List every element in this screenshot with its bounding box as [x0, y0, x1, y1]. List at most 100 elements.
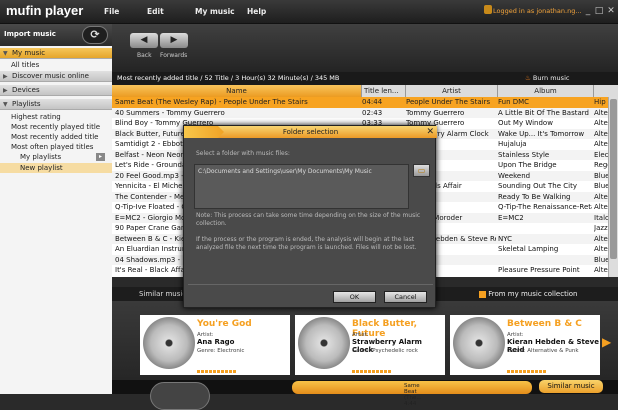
next-arrow-icon[interactable]: ▶: [602, 335, 611, 349]
import-music-label[interactable]: Import music: [4, 30, 56, 38]
table-cell: Stainless Style: [498, 150, 550, 159]
table-cell: Pleasure Pressure Point: [498, 266, 580, 274]
card-title: Between B & C: [507, 319, 582, 329]
table-cell: People Under The Stairs: [406, 98, 491, 106]
table-cell: 02:43: [362, 108, 383, 117]
menu-my-music[interactable]: My music: [195, 7, 235, 16]
sidebar-item-recent-played[interactable]: Most recently played title: [0, 122, 112, 132]
maximize-icon[interactable]: □: [594, 6, 604, 16]
menu-edit[interactable]: Edit: [147, 7, 164, 16]
table-cell: Blue: [594, 255, 608, 264]
table-cell: Alte: [594, 119, 608, 127]
close-icon[interactable]: ✕: [606, 6, 616, 16]
now-playing-title: Same Beat (The...: [404, 383, 422, 401]
col-title-length[interactable]: Title len...: [362, 85, 406, 97]
table-cell: Jazz: [594, 224, 608, 232]
expand-arrow-icon: ▼: [3, 101, 8, 108]
sidebar-section-label: My music: [12, 49, 46, 57]
card-title: You're God: [197, 319, 252, 329]
cd-icon: [298, 317, 350, 369]
sidebar-section-devices[interactable]: ▶ Devices: [0, 85, 112, 96]
refresh-icon[interactable]: ⟳: [82, 26, 108, 44]
forward-arrow-icon: ▶: [170, 35, 178, 45]
sidebar-section-discover[interactable]: ▶ Discover music online: [0, 71, 112, 82]
sidebar: Import music ⟳ ▼ My music All titles ▶ Dis…: [0, 24, 112, 394]
table-cell: Ready To Be Walking: [498, 192, 571, 201]
menu-help[interactable]: Help: [247, 7, 266, 16]
table-row[interactable]: Same Beat (The Wesley Rap) - People Unde…: [112, 97, 608, 108]
table-cell: Regg: [594, 161, 608, 169]
col-artist[interactable]: Artist: [406, 85, 498, 97]
cd-icon: [143, 317, 195, 369]
table-row[interactable]: 40 Summers - Tommy Guerrero 02:43 Tommy Gu…: [112, 107, 608, 118]
sidebar-item-often-played[interactable]: Most often played titles: [0, 142, 112, 152]
col-genre[interactable]: [594, 85, 618, 97]
col-name[interactable]: Name: [112, 85, 362, 97]
col-album[interactable]: Album: [498, 85, 594, 97]
play-controls[interactable]: [150, 382, 210, 410]
table-cell: Fun DMC: [498, 98, 530, 106]
forward-button[interactable]: ▶: [160, 33, 188, 48]
now-playing-time: 4:44: [404, 401, 417, 407]
table-cell: Sounding Out The City: [498, 182, 577, 190]
dialog-titlebar: Folder selection ✕: [184, 126, 437, 138]
table-cell: Weekend: [498, 171, 531, 180]
sidebar-item-recent-added[interactable]: Most recently added title: [0, 132, 112, 142]
sidebar-section-label: Devices: [12, 86, 40, 94]
sidebar-section-label: Playlists: [12, 100, 41, 108]
lock-icon: [484, 5, 492, 14]
source-toggle[interactable]: From my music collection: [479, 290, 578, 298]
similar-card[interactable]: You're God Artist: Ana Rago Genre: Elect…: [140, 315, 290, 375]
table-cell: Upon The Bridge: [498, 161, 557, 169]
sidebar-section-my-music[interactable]: ▼ My music: [0, 48, 112, 59]
menu-file[interactable]: File: [104, 7, 119, 16]
rating-bar: [507, 370, 547, 373]
table-scrollbar[interactable]: [608, 97, 618, 277]
table-cell: Wake Up... It's Tomorrow: [498, 129, 585, 138]
expand-arrow-icon: ▶: [3, 73, 8, 80]
ok-button[interactable]: OK: [333, 291, 376, 303]
sidebar-item-all-titles[interactable]: All titles: [0, 60, 112, 70]
login-status[interactable]: Logged in as jonathan.ng...: [493, 7, 582, 15]
import-music-bar: Import music ⟳: [0, 24, 112, 46]
scroll-thumb[interactable]: [610, 99, 617, 259]
now-playing: Same Beat (The... 4:44: [292, 381, 532, 407]
table-cell: Alte: [594, 108, 608, 117]
browse-folder-icon[interactable]: ▭: [413, 164, 430, 177]
dialog-divider: [188, 284, 433, 285]
app-logo: mufin player: [6, 3, 84, 18]
table-cell: Blue: [594, 171, 608, 180]
similar-card[interactable]: Black Butter, Future Artist: Strawberry …: [295, 315, 445, 375]
dialog-close-icon[interactable]: ✕: [426, 126, 434, 138]
burn-music-button[interactable]: ♨ Burn music: [525, 74, 569, 82]
similar-cards: You're God Artist: Ana Rago Genre: Elect…: [112, 301, 618, 380]
table-cell: Tommy Guerrero: [406, 108, 465, 117]
dialog-title: Folder selection: [282, 128, 339, 136]
table-cell: Alte: [594, 140, 608, 148]
table-cell: Hujaluja: [498, 140, 527, 148]
sidebar-section-playlists[interactable]: ▼ Playlists: [0, 99, 112, 110]
minimize-icon[interactable]: _: [583, 6, 593, 16]
table-cell: Alte: [594, 129, 608, 138]
table-cell: Alte: [594, 266, 608, 274]
card-genre: Genre: Alternative & Punk: [507, 348, 579, 354]
cancel-button[interactable]: Cancel: [384, 291, 427, 303]
dialog-prompt: Select a folder with music files:: [196, 150, 290, 157]
tab-similar-music[interactable]: Similar music: [139, 290, 186, 298]
back-button[interactable]: ◀: [130, 33, 158, 48]
table-cell: NYC: [498, 234, 513, 243]
table-cell: Elec: [594, 150, 608, 159]
table-cell: Alte: [594, 234, 608, 243]
sidebar-item-highest-rating[interactable]: Highest rating: [0, 112, 112, 122]
toolbar: ◀ ▶ Back Forwards: [112, 24, 618, 72]
table-cell: Alte: [594, 245, 608, 253]
similar-music-button[interactable]: Similar music: [539, 380, 603, 393]
sidebar-item-new-playlist[interactable]: New playlist: [0, 163, 112, 173]
add-playlist-icon[interactable]: ▸: [96, 153, 105, 161]
similar-card[interactable]: Between B & C Artist: Kieran Hebden & St…: [450, 315, 600, 375]
table-cell: Hip: [594, 98, 606, 106]
table-cell: 40 Summers - Tommy Guerrero: [115, 108, 225, 117]
table-cell: Out My Window: [498, 119, 553, 127]
folder-path-field[interactable]: C:\Documents and Settings\user\My Docume…: [194, 164, 409, 209]
card-genre: Genre: Electronic: [197, 348, 245, 354]
